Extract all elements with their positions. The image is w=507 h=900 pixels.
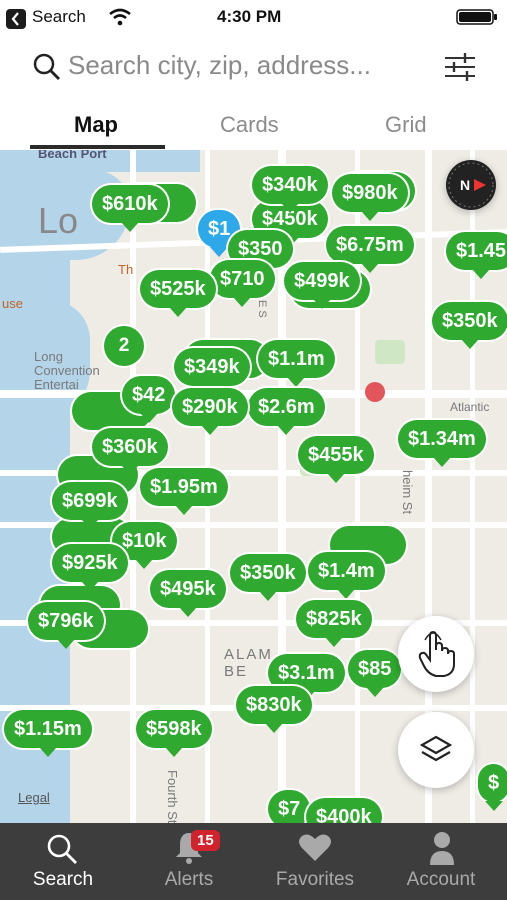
wifi-icon: [109, 8, 131, 26]
svg-text:N: N: [460, 177, 470, 193]
map-label: Atlantic: [450, 400, 490, 414]
nav-account-label: Account: [406, 869, 476, 890]
map-label: E S: [256, 300, 268, 318]
price-pin[interactable]: $830k: [236, 686, 312, 733]
tab-cards[interactable]: Cards: [220, 112, 279, 138]
price-pin[interactable]: $495k: [150, 570, 226, 617]
nav-account[interactable]: Account: [378, 823, 504, 900]
price-pin[interactable]: $7: [268, 790, 311, 823]
heart-icon: [299, 834, 331, 861]
map-label: ALAM BE: [224, 646, 273, 680]
price-pin[interactable]: $6.75m: [326, 226, 414, 273]
layers-icon: [420, 735, 452, 762]
price-pin[interactable]: $350k: [230, 554, 306, 601]
back-arrow-icon: [6, 9, 26, 29]
hand-pointer-icon: [418, 630, 455, 677]
price-pin[interactable]: $340k: [252, 166, 328, 213]
price-pin[interactable]: $360k: [92, 428, 168, 475]
price-pin[interactable]: $1.95m: [140, 468, 228, 515]
search-input[interactable]: Search city, zip, address...: [68, 50, 371, 81]
map-layers-button[interactable]: [398, 712, 474, 788]
price-pin[interactable]: $925k: [52, 544, 128, 591]
status-time: 4:30 PM: [217, 7, 282, 26]
price-pin[interactable]: $1.1m: [258, 340, 335, 387]
price-pin[interactable]: $2.6m: [248, 388, 325, 435]
battery-icon: [456, 9, 497, 25]
nav-alerts[interactable]: Alerts: [126, 823, 252, 900]
nav-search-label: Search: [32, 869, 94, 890]
cluster-count: 2: [118, 335, 130, 356]
legal-link[interactable]: Legal: [18, 790, 50, 805]
map-view[interactable]: Beach Port Lo Th use Long Convention Ent…: [0, 150, 507, 823]
map-label: Lo: [38, 200, 79, 241]
tab-map[interactable]: Map: [74, 112, 118, 138]
search-icon: [33, 53, 60, 80]
filter-icon[interactable]: [443, 50, 477, 84]
nav-favorites[interactable]: Favorites: [252, 823, 378, 900]
compass-button[interactable]: N: [446, 160, 496, 210]
price-pin[interactable]: $980k: [332, 174, 408, 221]
search-icon: [47, 834, 77, 864]
price-pin[interactable]: $1.4m: [308, 552, 385, 599]
bottom-navigation: Search Alerts Favorites Account: [0, 823, 507, 900]
back-label: Search: [32, 7, 86, 26]
draw-search-button[interactable]: [398, 616, 474, 692]
map-label: Beach Port: [38, 150, 107, 161]
price-pin[interactable]: $400k: [306, 798, 382, 823]
price-pin[interactable]: $796k: [28, 602, 104, 649]
price-pin[interactable]: $: [478, 764, 507, 811]
price-pin[interactable]: $85: [348, 650, 402, 697]
price-pin[interactable]: $710: [210, 260, 275, 307]
map-label: Long Convention Entertai: [34, 349, 100, 392]
nav-search[interactable]: Search: [0, 823, 126, 900]
map-label: use: [2, 296, 23, 311]
tab-grid[interactable]: Grid: [385, 112, 427, 138]
price-pin[interactable]: $1.45: [446, 232, 507, 279]
cluster-count-badge[interactable]: 2: [104, 326, 144, 366]
price-pin[interactable]: $825k: [296, 600, 372, 647]
price-pin[interactable]: $42: [122, 376, 176, 423]
status-bar: Search 4:30 PM: [0, 0, 507, 34]
person-icon: [430, 832, 454, 865]
price-pin[interactable]: $610k: [92, 185, 168, 232]
price-pin[interactable]: $290k: [172, 388, 248, 435]
active-tab-indicator: [30, 145, 165, 149]
alerts-count-badge: 15: [191, 830, 220, 851]
nav-alerts-label: Alerts: [164, 869, 214, 890]
map-label: Fourth St: [165, 770, 180, 823]
compass-icon: N: [448, 162, 494, 208]
nav-favorites-label: Favorites: [275, 869, 355, 890]
price-pin[interactable]: $1.15m: [4, 710, 92, 757]
price-pin[interactable]: $699k: [52, 482, 128, 529]
map-label: Th: [118, 262, 134, 277]
price-pin[interactable]: $499k: [284, 262, 360, 309]
map-label: heim St: [400, 470, 415, 515]
price-pin[interactable]: $455k: [298, 436, 374, 483]
search-bar: Search city, zip, address...: [0, 40, 507, 96]
price-pin[interactable]: $349k: [174, 348, 250, 395]
price-pin[interactable]: $350k: [432, 302, 507, 349]
hospital-icon: [365, 382, 385, 402]
price-pin[interactable]: $525k: [140, 270, 216, 317]
price-pin[interactable]: $598k: [136, 710, 212, 757]
price-pin[interactable]: $1.34m: [398, 420, 486, 467]
